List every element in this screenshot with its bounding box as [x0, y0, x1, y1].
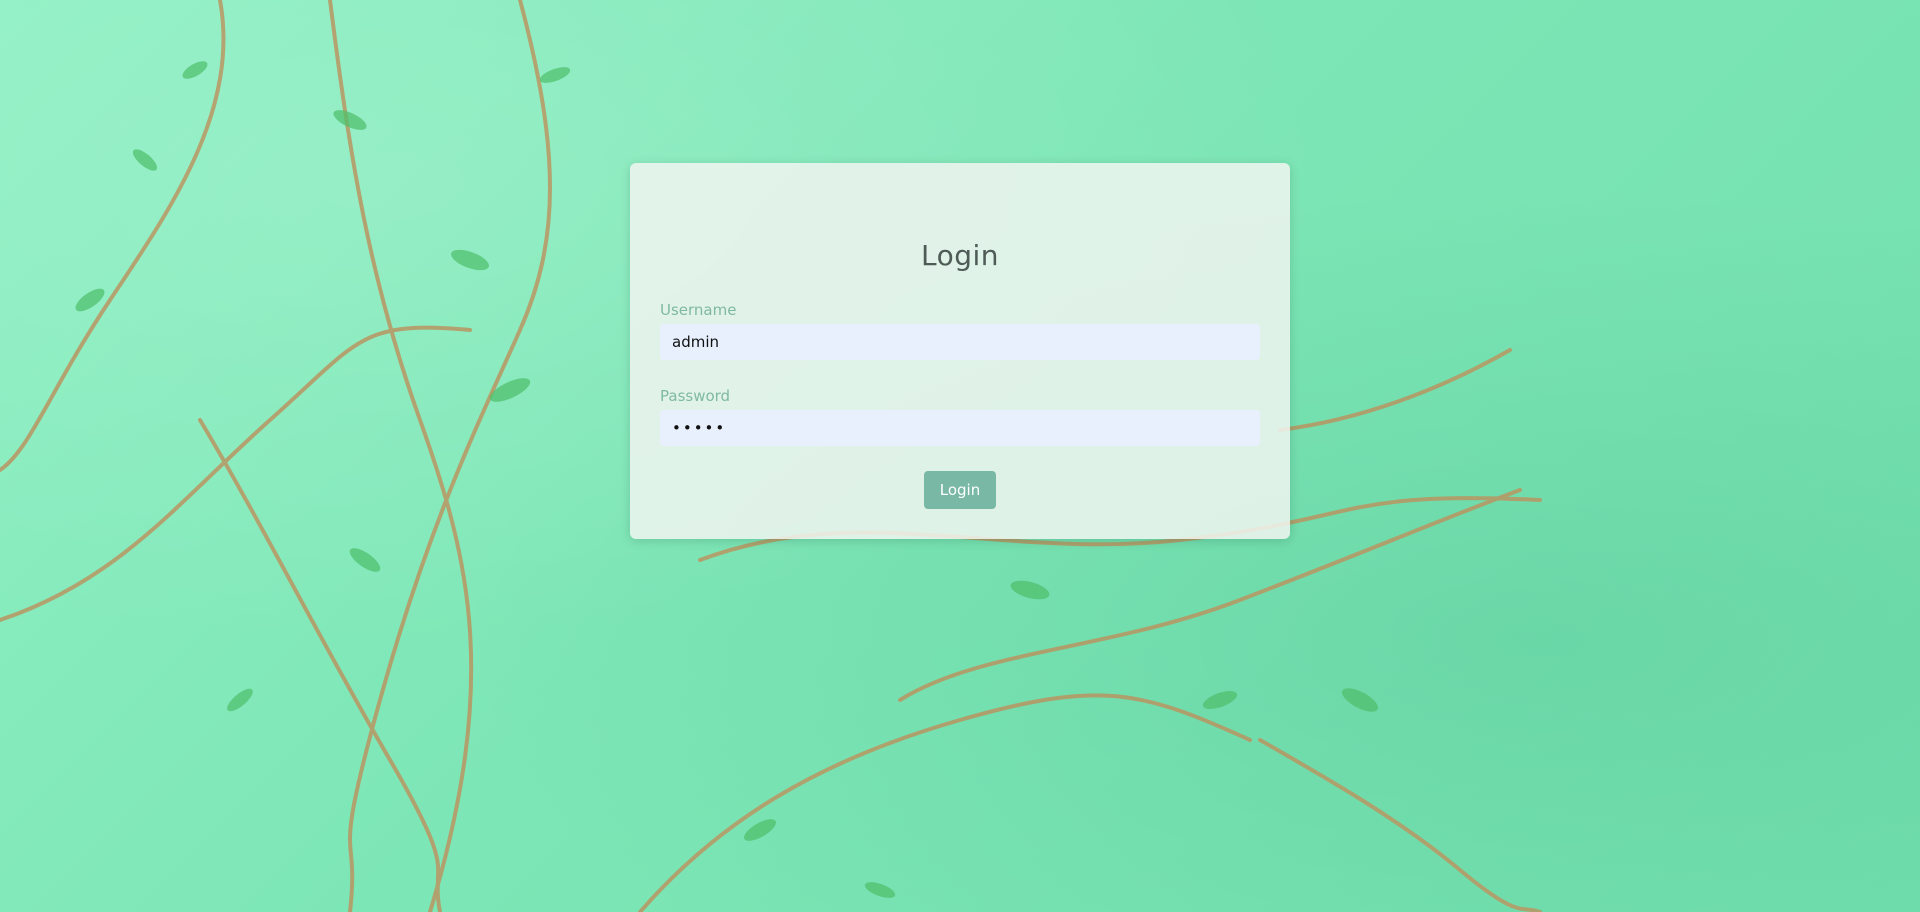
- password-label: Password: [660, 387, 731, 405]
- login-card: Login Username Password Login: [630, 163, 1290, 539]
- login-title: Login: [920, 239, 1000, 272]
- login-button[interactable]: Login: [924, 471, 996, 509]
- username-input[interactable]: [660, 324, 1260, 360]
- username-label: Username: [660, 301, 737, 319]
- password-input[interactable]: [660, 410, 1260, 446]
